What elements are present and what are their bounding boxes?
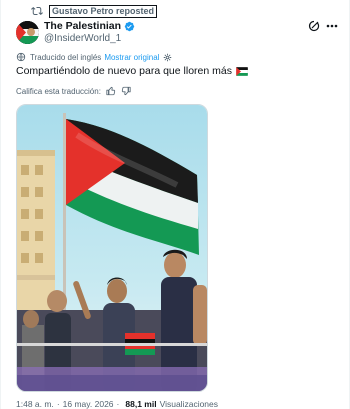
views-count: 88,1 mil: [125, 399, 157, 409]
show-original-link[interactable]: Mostrar original: [104, 53, 159, 62]
translate-icon: [16, 52, 26, 62]
grok-icon[interactable]: [308, 20, 320, 32]
translation-notice: Traducido del inglés Mostrar original: [16, 52, 172, 62]
avatar[interactable]: [16, 21, 39, 44]
meta-separator: ·: [56, 399, 60, 409]
gear-icon[interactable]: [163, 53, 172, 62]
author-handle[interactable]: @InsiderWorld_1: [44, 33, 121, 44]
views-label: Visualizaciones: [159, 399, 219, 409]
thumbs-down-icon[interactable]: [121, 86, 131, 96]
meta-separator: ·: [116, 399, 120, 409]
repost-indicator[interactable]: Gustavo Petro reposted: [30, 4, 158, 18]
tweet-body: Compartiéndolo de nuevo para que lloren …: [16, 65, 232, 77]
tweet-meta: 1:48 a. m. · 16 may. 2026 · 88,1 mil Vis…: [16, 399, 218, 409]
author-name-row[interactable]: The Palestinian: [44, 20, 135, 32]
tweet-card: Gustavo Petro reposted The Palestinian @…: [0, 0, 350, 409]
author-display-name[interactable]: The Palestinian: [44, 20, 121, 32]
palestine-flag-emoji: [235, 66, 248, 76]
verified-badge-icon: [124, 21, 135, 32]
repost-icon: [30, 4, 44, 18]
tweet-date[interactable]: 16 may. 2026: [63, 399, 114, 409]
repost-label[interactable]: Gustavo Petro reposted: [49, 4, 158, 18]
more-icon[interactable]: [325, 20, 339, 32]
rate-translation-label: Califica esta traducción:: [16, 86, 101, 96]
translation-label: Traducido del inglés: [30, 52, 102, 62]
tweet-time[interactable]: 1:48 a. m.: [16, 399, 54, 409]
tweet-text: Compartiéndolo de nuevo para que lloren …: [16, 65, 248, 77]
thumbs-up-icon[interactable]: [106, 86, 116, 96]
tweet-photo[interactable]: [16, 104, 208, 392]
rate-translation-row: Califica esta traducción:: [16, 86, 131, 96]
